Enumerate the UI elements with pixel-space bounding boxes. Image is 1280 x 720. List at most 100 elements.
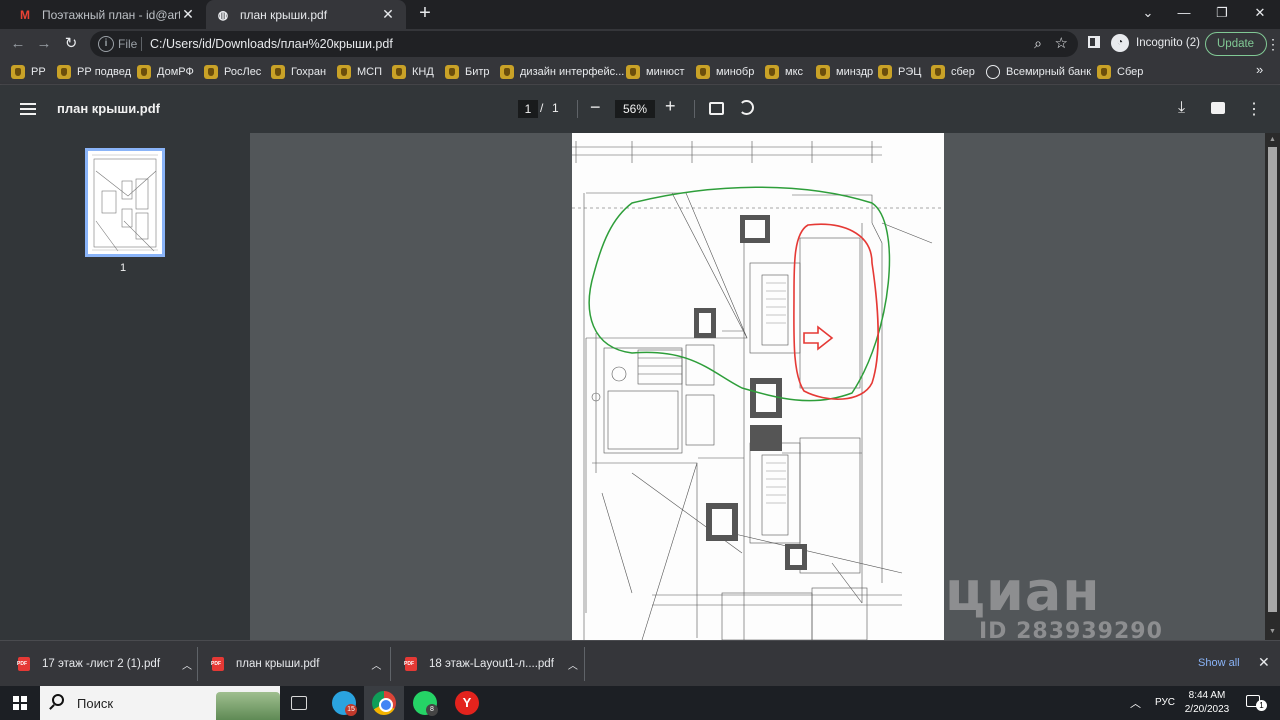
star-icon[interactable]: ☆ [1055,34,1068,52]
emblem-icon [137,65,151,79]
task-view-icon[interactable] [291,696,307,710]
update-button[interactable]: Update [1205,32,1267,56]
bookmark-item[interactable]: мкс [765,63,803,81]
bookmark-item[interactable]: КНД [392,63,434,81]
restore-button[interactable]: ❐ [1203,0,1241,29]
bookmark-item[interactable]: ДомРФ [137,63,194,81]
address-bar[interactable]: i File C:/Users/id/Downloads/план%20крыш… [90,31,1078,57]
chevron-up-icon[interactable]: ︿ [182,657,192,672]
chevron-down-icon[interactable]: ⌄ [1129,0,1167,29]
reload-button[interactable]: ↻ [60,33,82,55]
bookmark-label: РР подвед [77,66,131,78]
chevron-up-icon[interactable]: ︿ [371,657,381,672]
bookmark-item[interactable]: РосЛес [204,63,261,81]
more-vert-icon[interactable]: ⋮ [1246,99,1262,119]
bookmark-item[interactable]: Всемирный банк [986,63,1091,81]
side-panel-icon[interactable] [1088,36,1100,48]
download-icon[interactable]: ⤓ [1178,99,1185,117]
zoom-in-button[interactable]: + [665,96,676,117]
tab-gmail[interactable]: M Поэтажный план - id@artwell.ru ✕ [8,0,206,29]
bookmark-item[interactable]: Гохран [271,63,326,81]
bookmark-item[interactable]: минздр [816,63,873,81]
search-placeholder: Поиск [77,696,114,711]
vertical-scrollbar[interactable]: ▲ ▼ [1265,133,1280,640]
fit-to-page-icon[interactable] [709,102,724,115]
scroll-down-icon[interactable]: ▼ [1269,628,1276,635]
close-tab-icon[interactable]: ✕ [380,6,396,23]
bookmark-item[interactable]: минобр [696,63,754,81]
divider [197,647,198,681]
bookmark-item[interactable]: дизайн интерфейс... [500,63,624,81]
bookmark-item[interactable]: РР [11,63,46,81]
scrollbar-thumb[interactable] [1268,147,1277,612]
page-thumbnail[interactable] [85,148,165,257]
input-language-indicator[interactable]: РУС [1155,697,1175,708]
emblem-icon [765,65,779,79]
minimize-button[interactable]: — [1165,0,1203,29]
download-filename: 17 этаж -лист 2 (1).pdf [42,658,161,670]
download-item[interactable]: 17 этаж -лист 2 (1).pdf ︿ [17,641,192,687]
divider [584,647,585,681]
more-vert-icon[interactable]: ⋮ [1266,36,1280,53]
globe-icon: ◍ [217,7,229,22]
bookmark-item[interactable]: Битр [445,63,490,81]
chevron-up-icon[interactable]: ︿ [1130,695,1141,711]
bookmark-item[interactable]: МСП [337,63,382,81]
windows-taskbar: Поиск 15 8 Y ︿ РУС 8:44 AM 2/20/2023 1 [0,686,1280,720]
divider [694,100,695,118]
emblem-icon [271,65,285,79]
bookmark-item[interactable]: РР подвед [57,63,131,81]
back-button[interactable]: ← [7,33,29,55]
pdf-viewer-toolbar: план крыши.pdf 1 / 1 − 56% + ⤓ ⋮ [0,85,1280,133]
system-clock[interactable]: 8:44 AM 2/20/2023 [1180,689,1234,717]
show-all-downloads-link[interactable]: Show all [1198,657,1240,669]
bookmark-label: сбер [951,66,975,78]
chevron-double-right-icon[interactable]: » [1256,62,1263,77]
emblem-icon [696,65,710,79]
page-number-input[interactable]: 1 [518,100,538,118]
incognito-profile-button[interactable]: ◔ Incognito (2) [1111,34,1200,52]
taskbar-search-box[interactable]: Поиск [40,686,280,720]
bookmark-label: МСП [357,66,383,78]
close-icon[interactable]: ✕ [1258,654,1270,671]
divider [390,647,391,681]
close-tab-icon[interactable]: ✕ [180,6,196,23]
bookmark-label: Всемирный банк [1006,66,1092,78]
zoom-icon[interactable]: ⌕ [1034,35,1042,52]
zoom-out-button[interactable]: − [590,97,601,118]
forward-button[interactable]: → [33,33,55,55]
bookmark-item[interactable]: РЭЦ [878,63,921,81]
download-item[interactable]: план крыши.pdf ︿ [211,641,381,687]
close-window-button[interactable]: ✕ [1241,0,1279,29]
tab-title: Поэтажный план - id@artwell.ru [42,7,180,22]
telegram-icon[interactable]: 15 [332,691,357,716]
notification-badge: 8 [426,704,438,716]
print-icon[interactable] [1211,102,1225,114]
notification-center-icon[interactable]: 1 [1246,695,1267,711]
windows-start-icon[interactable] [13,696,27,710]
yandex-browser-icon[interactable]: Y [455,691,479,715]
info-icon[interactable]: i [98,36,114,52]
chevron-up-icon[interactable]: ︿ [568,657,578,672]
bookmark-item[interactable]: сбер [931,63,975,81]
tab-pdf[interactable]: ◍ план крыши.pdf ✕ [206,0,406,29]
chrome-icon[interactable] [372,691,396,715]
rotate-icon[interactable] [739,100,754,115]
pdf-viewport[interactable] [250,133,1265,640]
menu-icon[interactable] [20,103,36,115]
whatsapp-icon[interactable]: 8 [413,691,438,716]
url-text[interactable]: C:/Users/id/Downloads/план%20крыши.pdf [150,37,393,51]
bookmark-item[interactable]: минюст [626,63,685,81]
scroll-up-icon[interactable]: ▲ [1269,136,1276,143]
emblem-icon [931,65,945,79]
page-separator: / [540,101,544,115]
incognito-icon: ◔ [1111,34,1129,52]
url-scheme: File [118,37,138,51]
emblem-icon [816,65,830,79]
emblem-icon [500,65,514,79]
new-tab-button[interactable]: + [414,3,436,25]
zoom-level-input[interactable]: 56% [615,100,655,118]
download-item[interactable]: 18 этаж-Layout1-л....pdf ︿ [404,641,578,687]
bookmark-item[interactable]: Сбер [1097,63,1143,81]
bookmark-label: мкс [785,66,803,78]
